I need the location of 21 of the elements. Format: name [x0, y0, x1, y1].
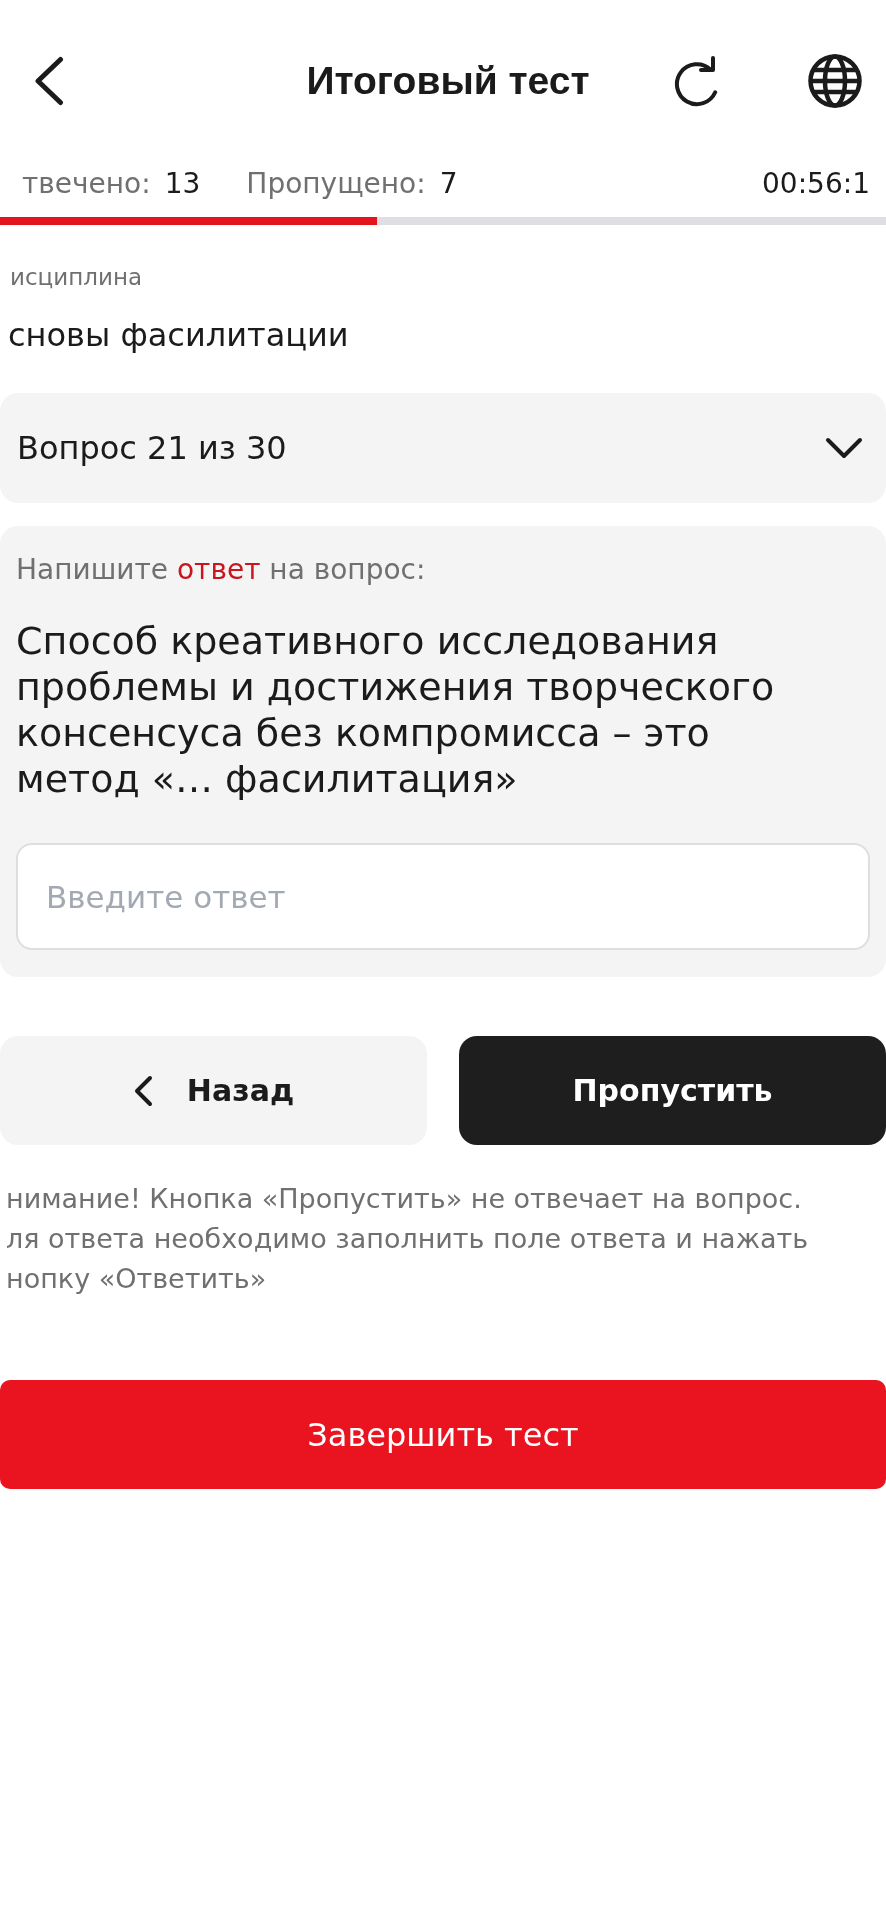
language-button[interactable]	[808, 54, 862, 108]
chevron-left-icon	[132, 1074, 153, 1107]
answered-count: 13	[164, 166, 201, 200]
timer-text: 00:56:1	[762, 166, 870, 200]
back-button[interactable]: Назад	[0, 1036, 427, 1145]
screen-title: Итоговый тест	[306, 59, 590, 103]
answered-label: твечено:	[22, 166, 151, 200]
discipline-name: сновы фасилитации	[8, 315, 350, 355]
question-selector[interactable]: Вопрос 21 из 30	[0, 393, 886, 503]
skipped-count: 7	[439, 166, 458, 200]
globe-icon	[808, 54, 862, 108]
instruction-text: Напишите ответ на вопрос:	[16, 552, 427, 588]
back-button[interactable]	[34, 56, 64, 106]
chevron-left-icon	[34, 56, 64, 106]
skipped-label: Пропущено:	[246, 166, 426, 200]
warning-text: нимание! Кнопка «Пропустить» не отвечает на вопрос. ля ответа необходимо заполнить поле ответа и нажать нопку «Ответить»	[6, 1182, 810, 1296]
question-text: Способ креативного исследования проблемы и достижения творческого консенсуса без компромисса – это метод «… фасилитация»	[16, 618, 776, 802]
finish-button[interactable]: Завершить тест	[0, 1380, 886, 1489]
answer-field[interactable]: Введите ответ	[16, 843, 870, 950]
skip-button[interactable]: Пропустить	[459, 1036, 886, 1145]
discipline-label: исциплина	[10, 263, 143, 291]
